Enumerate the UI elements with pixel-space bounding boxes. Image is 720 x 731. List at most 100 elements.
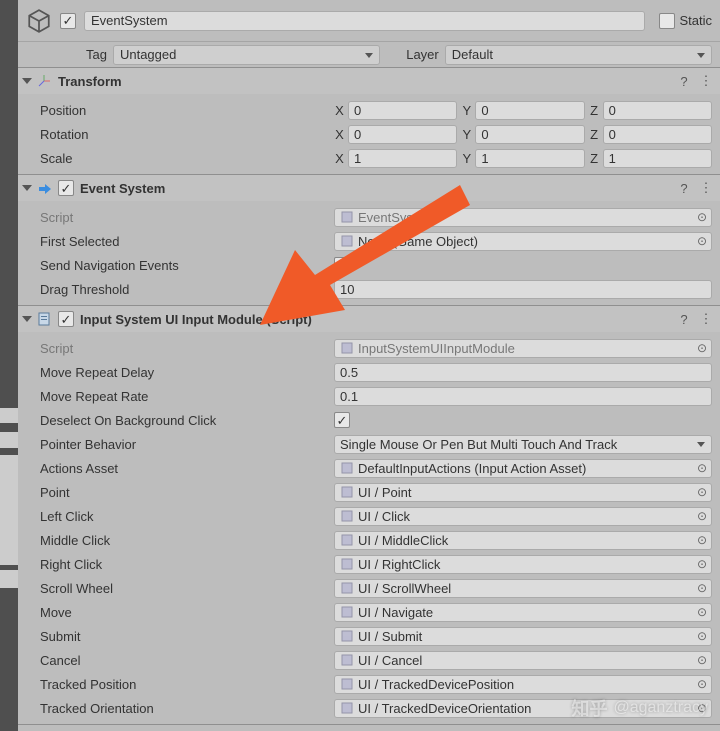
input-module-row: Submit UI / Submit: [18, 624, 720, 648]
layer-label: Layer: [406, 47, 439, 62]
tag-layer-row: Tag Untagged Layer Default: [18, 42, 720, 68]
property-checkbox[interactable]: [334, 257, 350, 273]
position-x-field[interactable]: 0: [348, 101, 457, 120]
component-menu-icon[interactable]: ⋮: [698, 311, 714, 327]
scale-x-field[interactable]: 1: [348, 149, 457, 168]
help-icon[interactable]: ?: [676, 180, 692, 196]
object-field[interactable]: UI / TrackedDevicePosition: [334, 675, 712, 694]
layer-dropdown[interactable]: Default: [445, 45, 712, 65]
input-module-enable-checkbox[interactable]: [58, 311, 74, 327]
help-icon[interactable]: ?: [676, 311, 692, 327]
row-label: Script: [40, 210, 330, 225]
number-field[interactable]: 0.1: [334, 387, 712, 406]
input-module-row: Right Click UI / RightClick: [18, 552, 720, 576]
axis-label-z: Z: [589, 127, 600, 142]
position-y-field[interactable]: 0: [475, 101, 584, 120]
input-module-row: Scroll WheelUI / ScrollWheel: [18, 576, 720, 600]
tag-dropdown[interactable]: Untagged: [113, 45, 380, 65]
component-menu-icon[interactable]: ⋮: [698, 180, 714, 196]
object-field[interactable]: UI / Click: [334, 507, 712, 526]
row-label: Tracked Position: [40, 677, 330, 692]
number-field[interactable]: 0.5: [334, 363, 712, 382]
help-icon[interactable]: ?: [676, 73, 692, 89]
gameobject-active-checkbox[interactable]: [60, 13, 76, 29]
row-label: Script: [40, 341, 330, 356]
object-field[interactable]: UI / Cancel: [334, 651, 712, 670]
component-menu-icon[interactable]: ⋮: [698, 73, 714, 89]
input-module-row: Move Repeat Rate0.1: [18, 384, 720, 408]
dropdown-field[interactable]: Single Mouse Or Pen But Multi Touch And …: [334, 435, 712, 454]
axis-label-z: Z: [589, 151, 600, 166]
foldout-icon: [22, 78, 32, 84]
object-field[interactable]: UI / Navigate: [334, 603, 712, 622]
rotation-z-field[interactable]: 0: [603, 125, 712, 144]
static-label: Static: [679, 13, 712, 28]
gameobject-icon[interactable]: [26, 8, 52, 34]
foldout-icon: [22, 185, 32, 191]
input-module-title: Input System UI Input Module (Script): [80, 312, 670, 327]
object-field-value: UI / Point: [358, 485, 411, 500]
number-field[interactable]: 10: [334, 280, 712, 299]
event-system-enable-checkbox[interactable]: [58, 180, 74, 196]
transform-header[interactable]: Transform ? ⋮: [18, 68, 720, 94]
inspector-panel: EventSystem Static Tag Untagged Layer De…: [18, 0, 720, 731]
object-field-value: UI / RightClick: [358, 557, 440, 572]
transform-scale-row: ScaleX1Y1Z1: [18, 146, 720, 170]
row-label: First Selected: [40, 234, 330, 249]
object-field[interactable]: DefaultInputActions (Input Action Asset): [334, 459, 712, 478]
object-field[interactable]: UI / Point: [334, 483, 712, 502]
object-field[interactable]: EventSystem: [334, 208, 712, 227]
object-field[interactable]: UI / ScrollWheel: [334, 579, 712, 598]
input-module-header[interactable]: Input System UI Input Module (Script) ? …: [18, 306, 720, 332]
row-label: Submit: [40, 629, 330, 644]
object-field-value: UI / TrackedDevicePosition: [358, 677, 514, 692]
input-module-row: Script InputSystemUIInputModule: [18, 336, 720, 360]
input-module-row: Deselect On Background Click: [18, 408, 720, 432]
property-checkbox[interactable]: [334, 412, 350, 428]
row-label: Position: [40, 103, 330, 118]
dropdown-value: Single Mouse Or Pen But Multi Touch And …: [340, 437, 617, 452]
transform-component: Transform ? ⋮ PositionX0Y0Z0RotationX0Y0…: [18, 68, 720, 175]
gameobject-header: EventSystem Static: [18, 0, 720, 42]
axis-label-y: Y: [461, 151, 472, 166]
object-field[interactable]: InputSystemUIInputModule: [334, 339, 712, 358]
input-module-row: Middle Click UI / MiddleClick: [18, 528, 720, 552]
scale-y-field[interactable]: 1: [475, 149, 584, 168]
row-label: Right Click: [40, 557, 330, 572]
event-system-row: Drag Threshold10: [18, 277, 720, 301]
input-module-row: PointUI / Point: [18, 480, 720, 504]
axis-label-x: X: [334, 127, 345, 142]
object-field-value: UI / MiddleClick: [358, 533, 448, 548]
scale-z-field[interactable]: 1: [603, 149, 712, 168]
row-label: Move: [40, 605, 330, 620]
row-label: Middle Click: [40, 533, 330, 548]
row-label: Scale: [40, 151, 330, 166]
event-system-header[interactable]: Event System ? ⋮: [18, 175, 720, 201]
object-field[interactable]: None (Game Object): [334, 232, 712, 251]
row-label: Tracked Orientation: [40, 701, 330, 716]
static-checkbox[interactable]: [659, 13, 675, 29]
object-field-value: UI / Navigate: [358, 605, 433, 620]
rotation-x-field[interactable]: 0: [348, 125, 457, 144]
transform-title: Transform: [58, 74, 670, 89]
row-label: Send Navigation Events: [40, 258, 330, 273]
axis-label-z: Z: [589, 103, 600, 118]
input-module-row: Tracked Position UI / TrackedDevicePositi…: [18, 672, 720, 696]
object-field-value: None (Game Object): [358, 234, 478, 249]
row-label: Deselect On Background Click: [40, 413, 330, 428]
input-module-row: Pointer BehaviorSingle Mouse Or Pen But …: [18, 432, 720, 456]
object-field-value: UI / TrackedDeviceOrientation: [358, 701, 531, 716]
position-z-field[interactable]: 0: [603, 101, 712, 120]
watermark: 知乎 @aganztracy: [571, 695, 708, 721]
gameobject-name-field[interactable]: EventSystem: [84, 11, 645, 31]
transform-rotation-row: RotationX0Y0Z0: [18, 122, 720, 146]
object-field-value: UI / Cancel: [358, 653, 422, 668]
object-field[interactable]: UI / Submit: [334, 627, 712, 646]
event-system-row: Script EventSystem: [18, 205, 720, 229]
rotation-y-field[interactable]: 0: [475, 125, 584, 144]
object-field[interactable]: UI / MiddleClick: [334, 531, 712, 550]
object-field[interactable]: UI / RightClick: [334, 555, 712, 574]
foldout-icon: [22, 316, 32, 322]
input-module-row: Actions AssetDefaultInputActions (Input …: [18, 456, 720, 480]
event-system-icon: [36, 180, 52, 196]
